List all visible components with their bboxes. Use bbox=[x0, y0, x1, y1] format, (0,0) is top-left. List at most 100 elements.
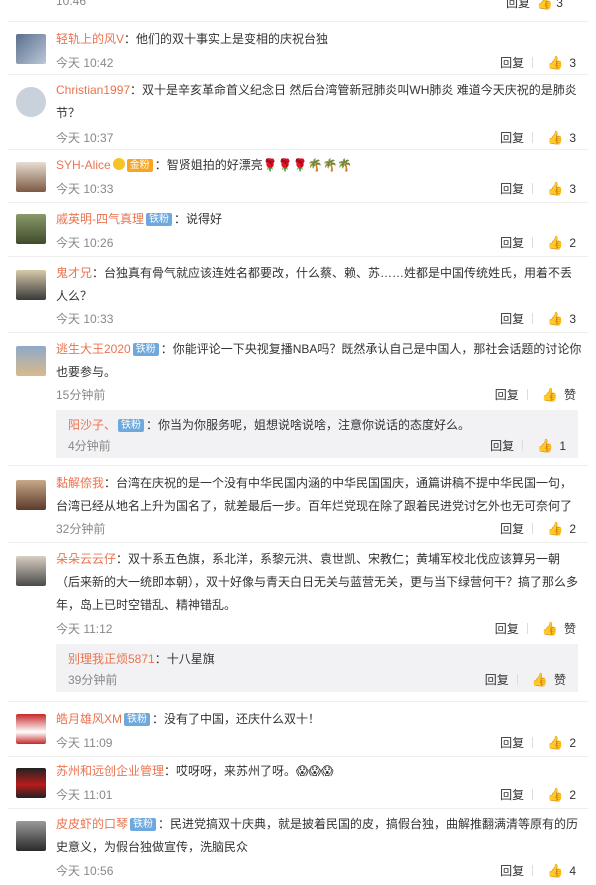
avatar[interactable] bbox=[16, 556, 46, 586]
avatar[interactable] bbox=[16, 821, 46, 851]
divider bbox=[8, 701, 588, 702]
reply-button[interactable]: 回复 bbox=[500, 736, 524, 750]
reply-button[interactable]: 回复 bbox=[500, 182, 524, 196]
fan-badge: 铁粉 bbox=[124, 713, 151, 726]
like-icon[interactable]: 👍 bbox=[547, 235, 563, 251]
verified-icon bbox=[112, 158, 125, 170]
reply-text: ：十八星旗 bbox=[154, 652, 215, 666]
like-icon[interactable]: 👍 bbox=[547, 181, 563, 197]
username[interactable]: 皓月雄风XM bbox=[56, 712, 122, 726]
avatar[interactable] bbox=[16, 87, 46, 117]
reply-button[interactable]: 回复 bbox=[495, 388, 519, 402]
like-icon[interactable]: 👍 bbox=[542, 621, 558, 637]
like-icon[interactable]: 👍 bbox=[547, 521, 563, 537]
previous-comment-meta: 10:46 回复 👍 3 bbox=[0, 0, 596, 22]
reply-button[interactable]: 回复 bbox=[500, 312, 524, 326]
divider bbox=[8, 202, 588, 203]
divider bbox=[8, 332, 588, 333]
comment-time: 今天 10:26 bbox=[56, 236, 114, 250]
comment-item: 皓月雄风XM 铁粉 ：没有了中国，还庆什么双十！ 今天 11:09 回复 👍 2 bbox=[0, 708, 596, 757]
like-count: 3 bbox=[569, 56, 576, 70]
comment-item: 轻轨上的风V：他们的双十事实上是变相的庆祝台独 今天 10:42 回复 👍 3 bbox=[0, 26, 596, 75]
reply-button[interactable]: 回复 bbox=[500, 56, 524, 70]
comment-meta: 今天 10:37 回复 👍 3 bbox=[56, 129, 582, 145]
like-icon[interactable]: 👍 bbox=[547, 311, 563, 327]
comment-item: 皮皮虾的口琴 铁粉 ：民进党搞双十庆典，就是披着民国的皮，搞假台独，曲解推翻满清等原… bbox=[0, 813, 596, 885]
comment-meta: 今天 10:56 回复 👍 4 bbox=[56, 862, 582, 878]
reply-button[interactable]: 回复 bbox=[485, 673, 509, 687]
username[interactable]: 阳沙子、 bbox=[68, 418, 116, 432]
divider bbox=[526, 389, 528, 400]
username[interactable]: 苏州和远创企业管理 bbox=[56, 764, 164, 778]
like-count: 1 bbox=[559, 439, 566, 453]
username[interactable]: 鬼才兄 bbox=[56, 266, 92, 280]
divider bbox=[522, 440, 524, 451]
username[interactable]: 黏解倷我 bbox=[56, 476, 104, 490]
divider bbox=[8, 465, 588, 466]
comment-time: 今天 11:12 bbox=[56, 622, 113, 636]
comment-item: SYH-Alice 金粉 ：智贤姐拍的好漂亮🌹🌹🌹🌴🌴🌴 今天 10:33 回复 👍 3 bbox=[0, 152, 596, 203]
comment-item: 苏州和远创企业管理：哎呀呀，来苏州了呀。😱😱😱 今天 11:01 回复 👍 2 bbox=[0, 760, 596, 809]
comment-time: 今天 11:01 bbox=[56, 788, 113, 802]
like-icon[interactable]: 👍 bbox=[547, 130, 563, 146]
comment-text: ：双十系五色旗，系北洋，系黎元洪、袁世凯、宋教仁；黄埔军校北伐应该算另一朝（后来… bbox=[56, 552, 579, 612]
comment-text: ：没有了中国，还庆什么双十！ bbox=[152, 712, 321, 726]
reply-button[interactable]: 回复 bbox=[506, 0, 530, 10]
like-icon[interactable]: 👍 bbox=[542, 387, 558, 403]
divider bbox=[532, 183, 534, 194]
divider bbox=[532, 237, 534, 248]
divider bbox=[526, 623, 528, 634]
divider bbox=[532, 523, 534, 534]
reply-button[interactable]: 回复 bbox=[500, 131, 524, 145]
avatar[interactable] bbox=[16, 270, 46, 300]
like-count: 3 bbox=[569, 131, 576, 145]
comment-actions: 回复 👍 3 bbox=[506, 0, 563, 11]
comment-item: 逃生大王2020 铁粉 ：你能评论一下央视复播NBA吗？既然承认自己是中国人，那社会… bbox=[0, 336, 596, 466]
divider bbox=[8, 21, 588, 22]
username[interactable]: 朵朵云云仔 bbox=[56, 552, 116, 566]
like-icon[interactable]: 👍 bbox=[547, 735, 563, 751]
username[interactable]: 逃生大王2020 bbox=[56, 342, 131, 356]
comment-meta: 今天 11:01 回复 👍 2 bbox=[56, 786, 582, 802]
like-count: 2 bbox=[569, 236, 576, 250]
username[interactable]: 轻轨上的风V bbox=[56, 32, 124, 46]
fan-badge: 铁粉 bbox=[146, 213, 172, 226]
avatar[interactable] bbox=[16, 714, 46, 744]
username[interactable]: 戚英明-四气真理 bbox=[56, 212, 144, 226]
like-icon[interactable]: 👍 bbox=[537, 438, 553, 454]
avatar[interactable] bbox=[16, 162, 46, 192]
reply-button[interactable]: 回复 bbox=[500, 236, 524, 250]
reply-button[interactable]: 回复 bbox=[500, 788, 524, 802]
username[interactable]: 别理我正烦5871 bbox=[68, 652, 155, 666]
reply-button[interactable]: 回复 bbox=[495, 622, 519, 636]
avatar[interactable] bbox=[16, 34, 46, 64]
reply-button[interactable]: 回复 bbox=[500, 522, 524, 536]
avatar[interactable] bbox=[16, 346, 46, 376]
comment-text: ：智贤姐拍的好漂亮🌹🌹🌹🌴🌴🌴 bbox=[154, 158, 353, 172]
reply-time: 39分钟前 bbox=[68, 673, 118, 687]
comment-text: ：哎呀呀，来苏州了呀。😱😱😱 bbox=[164, 764, 334, 778]
comment-text: ：双十是辛亥革命首义纪念日 然后台湾管新冠肺炎叫WH肺炎 难道今天庆祝的是肺炎节… bbox=[56, 83, 577, 120]
like-icon[interactable]: 👍 bbox=[547, 787, 563, 803]
comment-text: ：他们的双十事实上是变相的庆祝台独 bbox=[124, 32, 329, 46]
avatar[interactable] bbox=[16, 480, 46, 510]
comment-item: 黏解倷我：台湾在庆祝的是一个没有中华民国内涵的中华民国国庆，通篇讲稿不提中华民国… bbox=[0, 470, 596, 543]
reply-item: 别理我正烦5871：十八星旗 39分钟前 回复 👍 赞 bbox=[56, 644, 578, 692]
username[interactable]: Christian1997 bbox=[56, 83, 130, 97]
divider bbox=[8, 542, 588, 543]
avatar[interactable] bbox=[16, 768, 46, 798]
like-icon[interactable]: 👍 bbox=[537, 0, 553, 11]
divider bbox=[532, 789, 534, 800]
like-icon[interactable]: 👍 bbox=[547, 55, 563, 71]
comment-meta: 今天 10:26 回复 👍 2 bbox=[56, 234, 582, 250]
reply-button[interactable]: 回复 bbox=[490, 439, 514, 453]
avatar[interactable] bbox=[16, 214, 46, 244]
reply-button[interactable]: 回复 bbox=[500, 864, 524, 878]
like-icon[interactable]: 👍 bbox=[532, 672, 548, 688]
reply-item: 阳沙子、 铁粉 ：你当为你服务呢，姐想说啥说啥，注意你说话的态度好么。 4分钟前 回… bbox=[56, 410, 578, 458]
like-icon[interactable]: 👍 bbox=[547, 863, 563, 879]
comment-time: 今天 10:33 bbox=[56, 312, 114, 326]
username[interactable]: SYH-Alice bbox=[56, 158, 111, 172]
username[interactable]: 皮皮虾的口琴 bbox=[56, 817, 128, 831]
divider bbox=[532, 313, 534, 324]
